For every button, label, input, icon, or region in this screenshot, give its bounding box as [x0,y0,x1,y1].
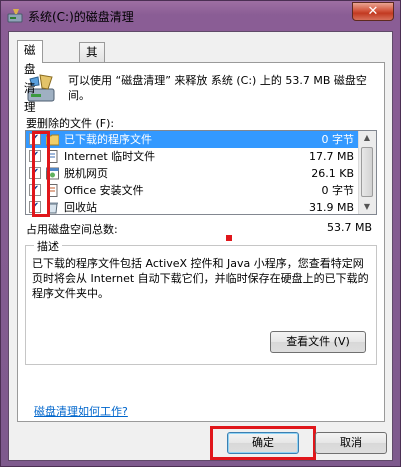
title-bar[interactable]: 系统(C:)的磁盘清理 ✕ [1,1,400,31]
file-type-size: 0 字节 [321,184,355,197]
disk-cleanup-window: 系统(C:)的磁盘清理 ✕ 磁盘清理 其他选项 可以使用 “磁盘清理” 来释放 … [0,0,401,467]
tab-more-options[interactable]: 其他选项 [79,42,105,116]
list-scrollbar[interactable]: ▲ ▼ [358,131,376,214]
file-type-size: 31.9 MB [308,201,354,214]
file-type-name: Internet 临时文件 [64,150,156,163]
view-files-button[interactable]: 查看文件 (V) [270,331,366,353]
file-type-size: 0 字节 [321,133,355,146]
file-type-name: Office 安装文件 [64,184,144,197]
list-item[interactable]: ✔ 脱机网页 26.1 KB [26,165,360,182]
tab-disk-cleanup[interactable]: 磁盘清理 [17,40,43,114]
file-type-name: 回收站 [64,201,97,214]
disk-cleanup-icon [7,9,23,23]
list-item[interactable]: ✔ Internet 临时文件 17.7 MB [26,148,360,165]
list-item[interactable]: ✔ Office 安装文件 0 字节 [26,182,360,199]
file-type-name: 脱机网页 [64,167,108,180]
list-item[interactable]: ✔ 回收站 31.9 MB [26,199,360,216]
cancel-button[interactable]: 取消 [315,432,387,454]
how-cleanup-works-link[interactable]: 磁盘清理如何工作? [34,403,128,419]
window-title: 系统(C:)的磁盘清理 [28,10,134,24]
checkbox-highlight-annotation [32,131,50,217]
files-to-delete-label: 要删除的文件 (F): [26,117,115,130]
scroll-thumb[interactable] [361,147,373,197]
file-type-name: 已下载的程序文件 [64,133,152,146]
file-type-size: 26.1 KB [311,167,354,180]
intro-text: 可以使用 “磁盘清理” 来释放 系统 (C:) 上的 53.7 MB 磁盘空间。 [68,74,367,102]
total-space-label: 占用磁盘空间总数: [26,223,118,236]
annotation-dot [226,235,232,241]
total-space-value: 53.7 MB [326,221,372,234]
description-title: 描述 [34,238,62,254]
tab-panel: 可以使用 “磁盘清理” 来释放 系统 (C:) 上的 53.7 MB 磁盘空间。… [17,62,385,422]
scroll-up-arrow-icon[interactable]: ▲ [359,131,375,145]
description-text: 已下载的程序文件包括 ActiveX 控件和 Java 小程序，您查看特定网页时… [32,257,369,300]
list-item[interactable]: ✔ 已下载的程序文件 0 字节 [26,131,360,148]
dialog-client: 磁盘清理 其他选项 可以使用 “磁盘清理” 来释放 系统 (C:) 上的 53.… [8,31,393,461]
files-list[interactable]: ✔ 已下载的程序文件 0 字节 ✔ Internet 临时文件 17.7 MB … [25,130,377,215]
file-type-size: 17.7 MB [308,150,354,163]
scroll-down-arrow-icon[interactable]: ▼ [359,200,375,214]
close-button[interactable]: ✕ [352,2,394,21]
description-group: 描述 已下载的程序文件包括 ActiveX 控件和 Java 小程序，您查看特定… [25,238,377,365]
ok-button[interactable]: 确定 [227,432,299,454]
